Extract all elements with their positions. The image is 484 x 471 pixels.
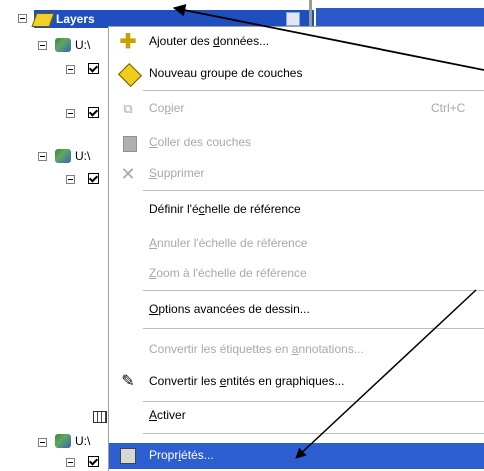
menu-separator — [143, 433, 484, 434]
menu-item-label: Zoom à l'échelle de référence — [149, 266, 307, 280]
menu-item-label: Activer — [149, 408, 186, 422]
menu-item-label: Coller des couches — [149, 135, 252, 149]
menu-item-convert-labels-to-annotation[interactable]: Convertir les étiquettes en annotations.… — [109, 337, 484, 363]
data-frame-icon — [55, 38, 71, 52]
menu-item-copy[interactable]: ⧉ Copier Ctrl+C — [109, 96, 484, 122]
menu-item-set-reference-scale[interactable]: Définir l'échelle de référence — [109, 197, 484, 223]
expand-collapse-icon[interactable] — [66, 109, 75, 118]
menu-item-paste-layers[interactable]: Coller des couches — [109, 130, 484, 156]
expand-collapse-icon[interactable] — [38, 438, 47, 447]
menu-item-advanced-drawing-options[interactable]: Options avancées de dessin... — [109, 297, 484, 323]
menu-item-label: Supprimer — [149, 166, 205, 180]
expand-collapse-icon[interactable] — [66, 458, 75, 467]
menu-item-shortcut: Ctrl+C — [431, 101, 466, 115]
paste-icon — [123, 136, 137, 152]
menu-separator — [143, 90, 484, 91]
layer-label[interactable]: U:\ — [75, 434, 90, 448]
menu-item-label: Annuler l'échelle de référence — [149, 236, 308, 250]
menu-separator — [143, 328, 484, 329]
delete-icon: ✕ — [120, 164, 136, 184]
menu-item-label: Convertir les entités en graphiques... — [149, 374, 345, 388]
menu-item-label: Propriétés... — [149, 448, 214, 462]
add-data-icon: ✚ — [119, 31, 137, 53]
menu-separator — [143, 290, 484, 291]
properties-icon — [120, 448, 136, 464]
menu-separator — [143, 401, 484, 402]
menu-item-convert-features-to-graphics[interactable]: ✎ Convertir les entités en graphiques... — [109, 369, 484, 395]
data-frame-icon — [55, 434, 71, 448]
scroll-up-button[interactable] — [286, 12, 300, 26]
layer-visibility-checkbox[interactable] — [88, 107, 99, 118]
new-group-icon — [117, 62, 143, 88]
menu-item-label: Convertir les étiquettes en annotations.… — [149, 342, 364, 356]
menu-item-label: Copier — [149, 101, 185, 115]
menu-item-properties[interactable]: Propriétés... — [109, 443, 484, 469]
data-frame-icon — [55, 149, 71, 163]
expand-collapse-icon[interactable] — [66, 175, 75, 184]
layer-label[interactable]: U:\ — [75, 38, 90, 52]
layer-visibility-checkbox[interactable] — [88, 456, 99, 467]
context-menu: ✚ Ajouter des données... Nouveau groupe … — [108, 26, 484, 471]
expand-collapse-icon[interactable] — [18, 14, 27, 23]
menu-item-new-group-layer[interactable]: Nouveau groupe de couches — [109, 61, 484, 88]
expand-collapse-icon[interactable] — [38, 41, 47, 50]
menu-item-delete[interactable]: ✕ Supprimer — [109, 161, 484, 187]
layer-visibility-checkbox[interactable] — [88, 63, 99, 74]
layer-visibility-checkbox[interactable] — [88, 173, 99, 184]
menu-separator — [143, 190, 484, 191]
menu-item-activate[interactable]: Activer — [109, 403, 484, 429]
expand-collapse-icon[interactable] — [66, 65, 75, 74]
menu-item-label: Ajouter des données... — [149, 34, 270, 48]
menu-item-label: Nouveau groupe de couches — [149, 66, 303, 80]
toc-root-label[interactable]: Layers — [56, 12, 95, 26]
convert-graphics-icon: ✎ — [121, 373, 135, 390]
attribute-table-icon — [93, 411, 107, 423]
layer-label[interactable]: U:\ — [75, 149, 90, 163]
menu-item-add-data[interactable]: ✚ Ajouter des données... — [109, 29, 484, 55]
copy-icon: ⧉ — [123, 101, 133, 116]
expand-collapse-icon[interactable] — [38, 152, 47, 161]
menu-item-zoom-reference-scale[interactable]: Zoom à l'échelle de référence — [109, 261, 484, 287]
menu-item-clear-reference-scale[interactable]: Annuler l'échelle de référence — [109, 231, 484, 257]
menu-item-label: Définir l'échelle de référence — [149, 202, 301, 216]
menu-item-label: Options avancées de dessin... — [149, 302, 310, 316]
